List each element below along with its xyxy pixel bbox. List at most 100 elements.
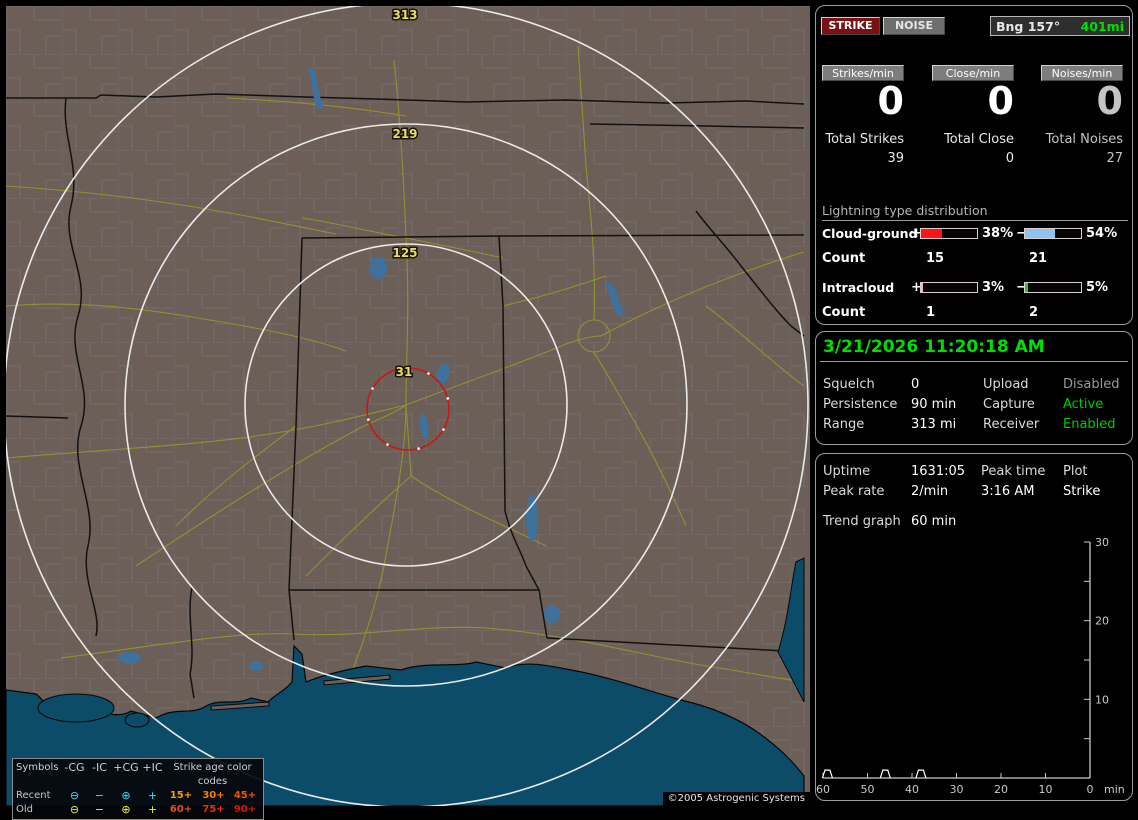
peak-rate-value: 2/min — [911, 484, 949, 499]
pos-cg-old-icon: ⊕ — [121, 803, 131, 816]
capture-status: Active — [1063, 397, 1104, 412]
range-label: Range — [823, 417, 865, 432]
svg-text:30: 30 — [1095, 536, 1109, 549]
neg-cg-recent-icon: ⊖ — [69, 789, 80, 802]
cloud-ground-label: Cloud-ground — [822, 226, 918, 241]
total-strikes-value: 39 — [887, 151, 904, 166]
legend-col-pos-ic: +IC — [142, 761, 163, 774]
peak-time-label: Peak time — [981, 464, 1046, 479]
map-legend: Symbols -CG -IC +CG +IC Strike age color… — [12, 758, 264, 820]
ic-plus-bar-fill — [921, 283, 923, 292]
ic-plus-count: 1 — [926, 305, 936, 320]
cg-plus-pct: 38% — [982, 226, 1014, 241]
total-noises-value: 27 — [1106, 151, 1123, 166]
total-noises-label: Total Noises — [1045, 132, 1123, 147]
legend-symbols-header: Symbols — [16, 762, 59, 773]
upload-status: Disabled — [1063, 377, 1120, 392]
datetime-divider — [820, 361, 1128, 362]
distribution-title: Lightning type distribution — [822, 203, 1128, 221]
age-60: 60+ — [169, 804, 193, 815]
ic-minus-bar — [1024, 282, 1082, 293]
status-panel: 3/21/2026 11:20:18 AM Squelch 0 Upload D… — [815, 331, 1133, 445]
close-per-min-value: 0 — [987, 79, 1014, 123]
legend-col-neg-cg: -CG — [64, 761, 85, 774]
cg-count-label: Count — [822, 251, 866, 266]
strikes-per-min-value: 0 — [877, 79, 904, 123]
pos-ic-recent-icon: + — [147, 789, 158, 802]
cg-plus-count: 15 — [926, 251, 945, 266]
receiver-status: Enabled — [1063, 417, 1116, 432]
map-display[interactable]: 313 219 125 31 Symbols -CG -IC +CG +IC S… — [6, 6, 810, 820]
ring-label-125: 125 — [392, 246, 417, 260]
range-value: 313 mi — [911, 417, 957, 432]
trend-window-value: 60 min — [911, 514, 957, 529]
age-45: 45+ — [233, 790, 257, 801]
svg-text:20: 20 — [1095, 615, 1109, 628]
plot-value: Strike — [1063, 484, 1101, 499]
legend-age-header: Strike age color codes — [173, 762, 252, 787]
map-canvas: 313 219 125 31 — [6, 6, 810, 806]
peak-rate-label: Peak rate — [823, 484, 885, 499]
ic-plus-pct: 3% — [982, 280, 1005, 295]
copyright-text: ©2005 Astrogenic Systems — [662, 792, 810, 806]
bearing-readout: Bng 157° 401mi — [990, 16, 1130, 36]
cg-minus-count: 21 — [1029, 251, 1048, 266]
neg-cg-old-icon: ⊖ — [69, 803, 80, 816]
cg-plus-bar — [920, 228, 978, 239]
strike-toggle-button[interactable]: STRIKE — [821, 17, 880, 35]
distance-value: 401mi — [1080, 18, 1124, 34]
uptime-label: Uptime — [823, 464, 871, 479]
total-close-label: Total Close — [944, 132, 1014, 147]
upload-label: Upload — [983, 377, 1029, 392]
plot-label: Plot — [1063, 464, 1088, 479]
ic-minus-count: 2 — [1029, 305, 1039, 320]
noise-toggle-button[interactable]: NOISE — [883, 17, 945, 35]
noises-per-min-value: 0 — [1096, 79, 1123, 123]
pos-cg-recent-icon: ⊕ — [121, 789, 131, 802]
svg-text:0: 0 — [1087, 783, 1094, 796]
trend-graph: 10 20 30 60 50 40 30 20 10 0 min — [816, 536, 1125, 796]
nexstorm-window: 313 219 125 31 Symbols -CG -IC +CG +IC S… — [0, 0, 1138, 820]
ring-label-313: 313 — [392, 8, 417, 22]
legend-recent-label: Recent — [16, 790, 51, 801]
ic-minus-bar-fill — [1025, 283, 1028, 292]
squelch-value: 0 — [911, 377, 920, 392]
age-75: 75+ — [202, 804, 225, 815]
total-close-value: 0 — [1005, 151, 1014, 166]
legend-col-neg-ic: -IC — [92, 761, 107, 774]
svg-text:min: min — [1104, 783, 1125, 796]
age-30: 30+ — [202, 790, 225, 801]
svg-text:10: 10 — [1039, 783, 1053, 796]
pos-ic-old-icon: + — [147, 803, 158, 816]
total-strikes-label: Total Strikes — [825, 132, 904, 147]
ring-label-31: 31 — [396, 365, 413, 379]
squelch-label: Squelch — [823, 377, 875, 392]
svg-text:10: 10 — [1095, 693, 1109, 706]
svg-text:60: 60 — [816, 783, 830, 796]
capture-label: Capture — [983, 397, 1035, 412]
age-90: 90+ — [233, 804, 257, 815]
ring-label-219: 219 — [392, 127, 417, 141]
trend-graph-label: Trend graph — [823, 514, 901, 529]
ic-count-label: Count — [822, 305, 866, 320]
intracloud-label: Intracloud — [822, 280, 895, 295]
age-15: 15+ — [169, 790, 193, 801]
persistence-value: 90 min — [911, 397, 957, 412]
trend-panel: Uptime 1631:05 Peak time Plot Peak rate … — [815, 453, 1133, 801]
cg-plus-bar-fill — [921, 229, 943, 238]
legend-col-pos-cg: +CG — [113, 761, 139, 774]
bearing-value: Bng 157° — [996, 18, 1061, 34]
uptime-value: 1631:05 — [911, 464, 966, 479]
svg-text:20: 20 — [994, 783, 1008, 796]
legend-old-label: Old — [16, 804, 33, 815]
strike-counters-panel: STRIKE NOISE Bng 157° 401mi Strikes/min … — [815, 5, 1133, 325]
receiver-label: Receiver — [983, 417, 1040, 432]
cg-minus-bar — [1024, 228, 1082, 239]
neg-ic-recent-icon: − — [94, 789, 105, 802]
ic-minus-pct: 5% — [1086, 280, 1109, 295]
peak-time-value: 3:16 AM — [981, 484, 1035, 499]
svg-text:30: 30 — [950, 783, 964, 796]
neg-ic-old-icon: − — [94, 803, 105, 816]
svg-text:40: 40 — [905, 783, 919, 796]
cg-minus-pct: 54% — [1086, 226, 1118, 241]
